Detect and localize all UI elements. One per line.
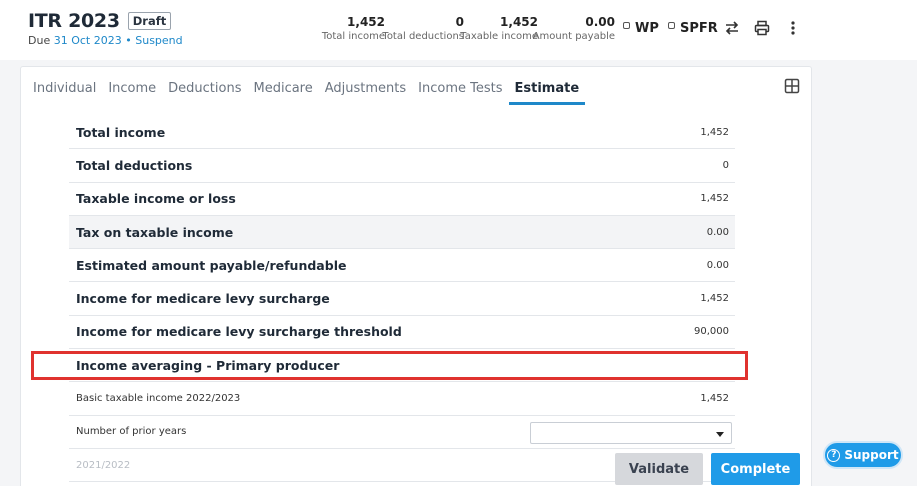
support-button[interactable]: ? Support	[823, 441, 903, 469]
kebab-menu-icon[interactable]	[782, 17, 804, 39]
summary-amount-payable: 0.00 Amount payable	[533, 15, 615, 42]
summary-label: Total deductions	[382, 31, 464, 42]
grid-icon[interactable]	[784, 78, 800, 99]
summary-value: 1,452	[347, 15, 385, 29]
wp-checkbox[interactable]: WP	[623, 21, 659, 36]
table-row: Taxable income or loss 1,452	[69, 183, 735, 216]
summary-label: Amount payable	[532, 31, 615, 42]
highlight-box	[31, 351, 748, 380]
row-label: Total income	[76, 124, 166, 140]
tab-income[interactable]: Income	[102, 77, 162, 105]
return-title: ITR 2023	[28, 10, 120, 32]
row-value: 1,452	[700, 293, 729, 305]
summary-taxable-income: 1,452 Taxable income	[460, 15, 538, 42]
due-row: Due 31 Oct 2023 • Suspend	[28, 34, 183, 47]
row-label: Income for medicare levy surcharge	[76, 291, 330, 307]
row-value: 0.00	[706, 259, 729, 271]
complete-button[interactable]: Complete	[711, 453, 800, 485]
row-value: 0	[722, 159, 729, 171]
summary-value: 1,452	[500, 15, 538, 29]
chevron-down-icon	[716, 431, 724, 437]
wp-label: WP	[635, 21, 659, 36]
spfr-label: SPFR	[680, 21, 718, 36]
row-value: 0.00	[706, 226, 729, 238]
row-label: Estimated amount payable/refundable	[76, 257, 347, 273]
tab-bar: Individual Income Deductions Medicare Ad…	[27, 77, 586, 105]
tab-adjustments[interactable]: Adjustments	[319, 77, 412, 105]
summary-total-income: 1,452 Total income	[322, 15, 385, 42]
tab-medicare[interactable]: Medicare	[247, 77, 318, 105]
row-value: 90,000	[694, 326, 729, 338]
table-row: Total income 1,452	[69, 116, 735, 150]
table-row: Income for medicare levy surcharge 1,452	[69, 282, 735, 316]
table-row: Income for medicare levy surcharge thres…	[69, 316, 735, 350]
tab-deductions[interactable]: Deductions	[162, 77, 247, 105]
table-row: Number of prior years	[69, 416, 735, 449]
row-label: Total deductions	[76, 157, 193, 173]
row-label: 2021/2022	[76, 459, 131, 471]
row-label: Taxable income or loss	[76, 191, 236, 207]
due-date-link[interactable]: 31 Oct 2023	[54, 34, 122, 47]
table-row: Basic taxable income 2022/2023 1,452	[69, 382, 735, 416]
tab-individual[interactable]: Individual	[27, 77, 102, 105]
swap-arrows-icon[interactable]	[721, 17, 743, 39]
estimate-table: Total income 1,452 Total deductions 0 Ta…	[69, 116, 735, 483]
table-row: Estimated amount payable/refundable 0.00	[69, 249, 735, 283]
separator: •	[125, 34, 132, 47]
title-row: ITR 2023 Draft	[28, 10, 172, 32]
support-label: Support	[844, 448, 899, 462]
checkbox-box[interactable]	[623, 22, 630, 29]
row-value: 1,452	[700, 126, 729, 138]
tab-estimate[interactable]: Estimate	[508, 77, 586, 105]
row-label: Number of prior years	[76, 426, 187, 438]
estimate-card: Individual Income Deductions Medicare Ad…	[20, 66, 812, 486]
row-value: 1,452	[700, 193, 729, 205]
row-label: Basic taxable income 2022/2023	[76, 393, 241, 405]
tab-income-tests[interactable]: Income Tests	[412, 77, 508, 105]
due-prefix: Due	[28, 34, 51, 47]
summary-label: Taxable income	[460, 31, 538, 42]
table-row: Tax on taxable income 0.00	[69, 215, 735, 250]
summary-label: Total income	[321, 31, 385, 42]
summary-value: 0.00	[585, 15, 615, 29]
top-bar: ITR 2023 Draft Due 31 Oct 2023 • Suspend…	[0, 0, 917, 60]
spfr-checkbox[interactable]: SPFR	[668, 21, 718, 36]
printer-icon[interactable]	[751, 17, 773, 39]
row-label: Tax on taxable income	[76, 224, 234, 240]
validate-button[interactable]: Validate	[615, 453, 703, 485]
question-circle-icon: ?	[827, 448, 841, 462]
table-row: Total deductions 0	[69, 149, 735, 183]
status-badge: Draft	[127, 12, 172, 30]
checkbox-box[interactable]	[668, 22, 675, 29]
prior-years-select[interactable]	[530, 421, 732, 444]
summary-total-deductions: 0 Total deductions	[382, 15, 464, 42]
row-label: Income for medicare levy surcharge thres…	[76, 324, 402, 340]
summary-value: 0	[455, 15, 464, 29]
row-value: 1,452	[700, 393, 729, 405]
suspend-link[interactable]: Suspend	[135, 34, 182, 47]
